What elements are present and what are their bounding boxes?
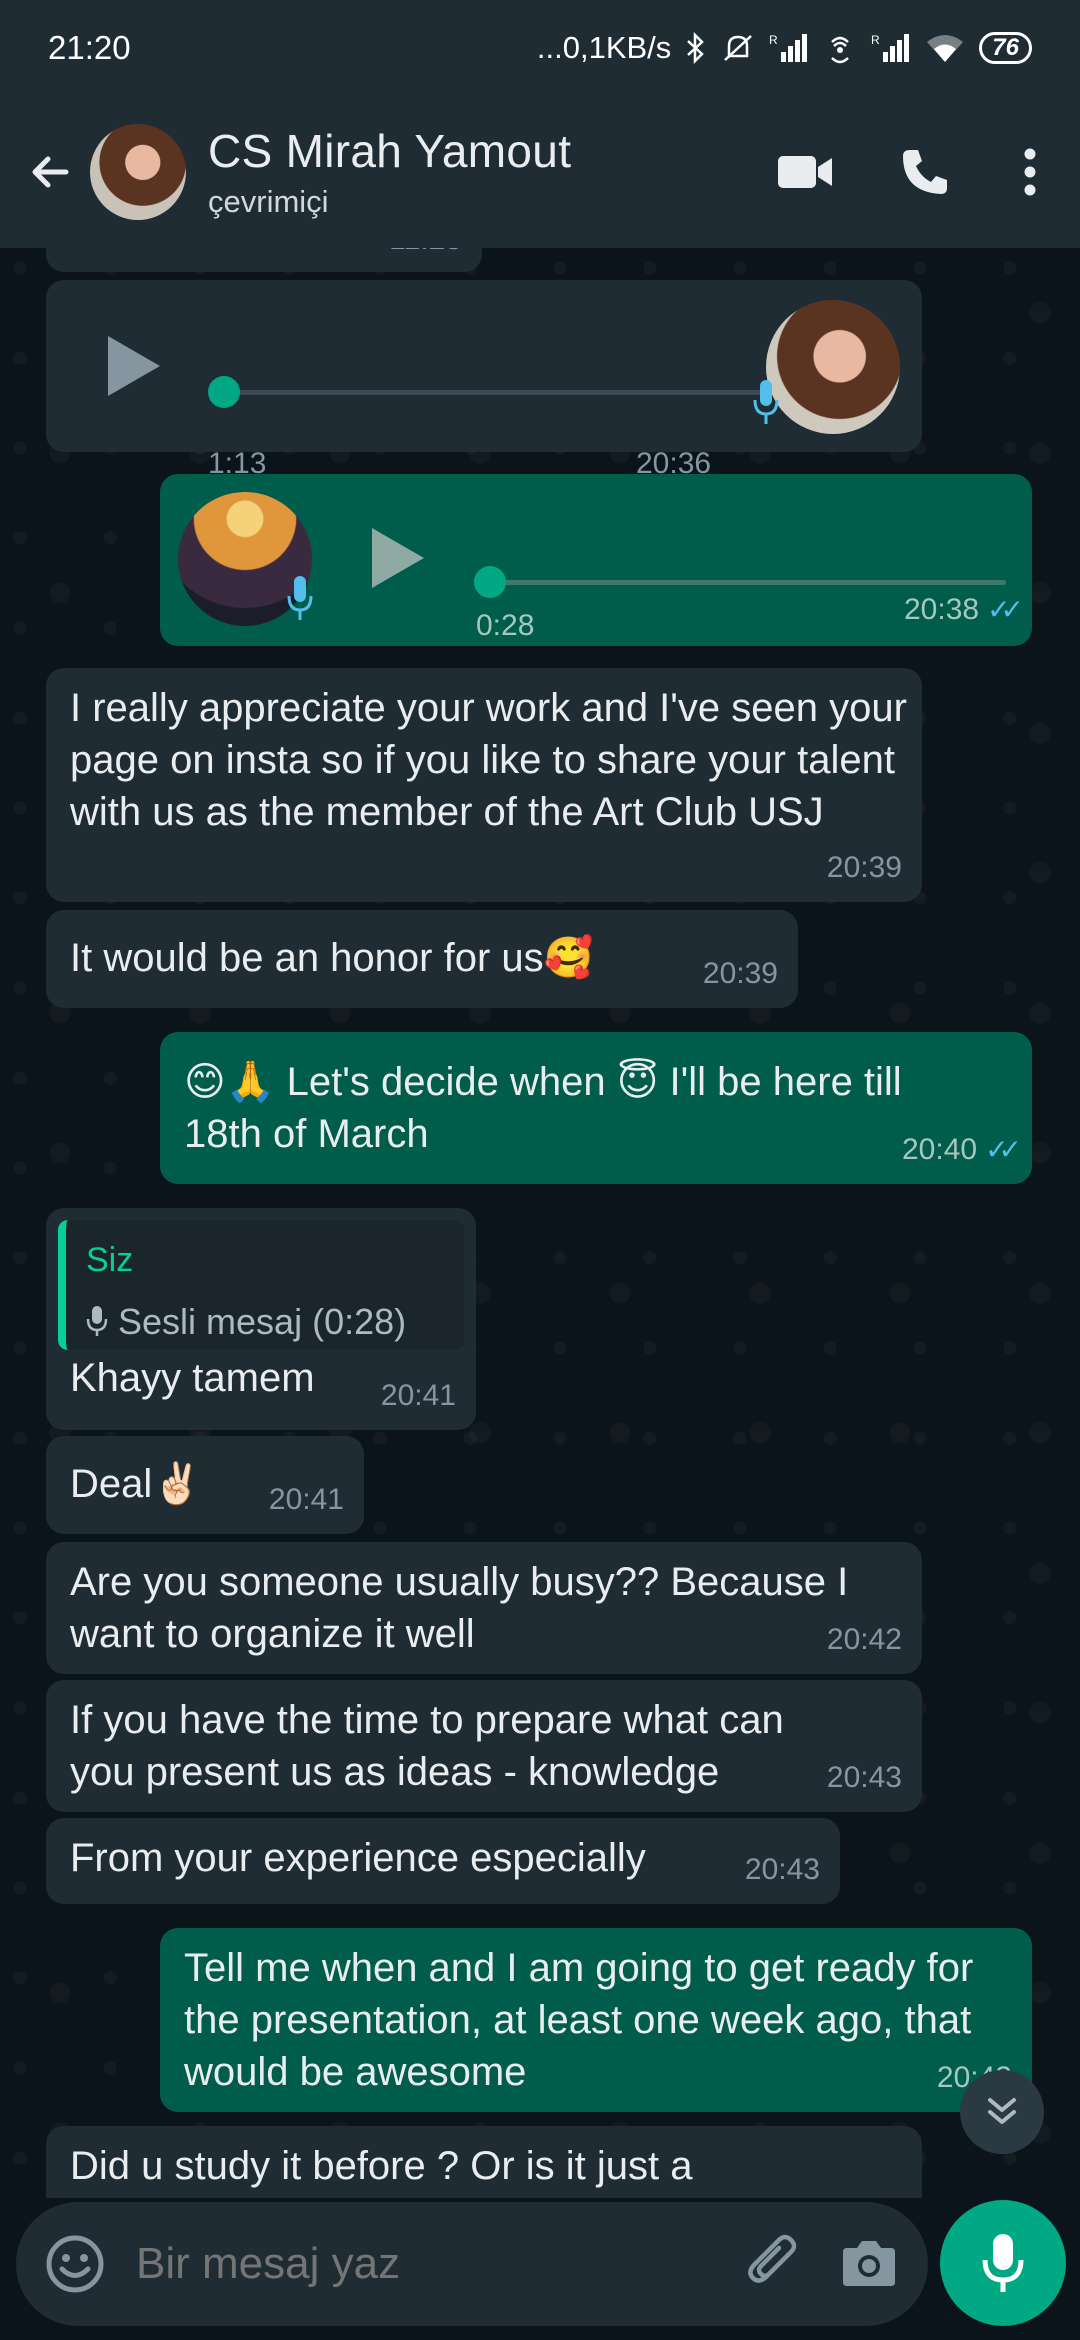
message-bubble[interactable]: It would be an honor for us🥰 20:39 [46, 910, 798, 1008]
video-call-icon [778, 156, 832, 188]
message-bubble[interactable]: From your experience especially 20:43 [46, 1818, 840, 1904]
camera-button[interactable] [834, 2229, 904, 2299]
video-call-button[interactable] [760, 127, 850, 217]
message-time: 20:42 [826, 1623, 902, 1656]
more-options-button[interactable] [1000, 127, 1060, 217]
voice-progress-track[interactable] [226, 390, 766, 395]
message-bubble[interactable]: Are you someone usually busy?? Because I… [46, 1542, 922, 1674]
back-arrow-icon [32, 156, 69, 188]
message-time: 20:41 [268, 1483, 344, 1516]
voice-progress-handle[interactable] [208, 376, 240, 408]
emoji-button[interactable] [40, 2229, 110, 2299]
battery-indicator: 76 [979, 32, 1032, 64]
camera-icon [843, 2241, 895, 2286]
signal-1-icon: R [769, 32, 809, 64]
message-input[interactable] [136, 2239, 716, 2289]
message-bubble[interactable]: 😊🙏 Let's decide when 😇 I'll be here till… [160, 1032, 1032, 1184]
message-time: 20:43 [744, 1853, 820, 1886]
chat-header: CS Mirah Yamout çevrimiçi [0, 96, 1080, 248]
status-bar: 21:20 ...0,1KB/s R R 76 [0, 0, 1080, 96]
message-partial-top[interactable]: 11:23 [46, 248, 482, 272]
voice-duration: 0:28 [476, 609, 535, 642]
scroll-to-bottom-button[interactable] [960, 2070, 1044, 2154]
message-time: 20:40 [902, 1133, 978, 1166]
attach-button[interactable] [740, 2229, 810, 2299]
message-bubble[interactable]: Deal✌🏻 20:41 [46, 1436, 364, 1534]
voice-message-outgoing[interactable]: 0:28 20:38 ✓✓ [160, 474, 1032, 646]
read-receipt-icon: ✓✓ [985, 1134, 1022, 1165]
svg-text:R: R [871, 33, 880, 47]
play-icon[interactable] [108, 336, 160, 396]
message-text: Khayy tamem [70, 1356, 315, 1400]
attach-icon [748, 2234, 797, 2283]
svg-text:R: R [769, 33, 778, 47]
voice-message-incoming[interactable]: 1:13 20:36 [46, 280, 922, 480]
network-speed: ...0,1KB/s [536, 30, 672, 65]
message-time: 11:23 [389, 248, 462, 266]
mute-icon [721, 32, 755, 64]
message-bubble[interactable]: If you have the time to prepare what can… [46, 1680, 922, 1812]
message-time: 20:41 [380, 1379, 456, 1412]
message-text: It would be an honor for us🥰 [70, 936, 594, 980]
message-time: 20:39 [702, 957, 778, 990]
message-text: Are you someone usually busy?? Because I… [70, 1560, 849, 1656]
mic-icon [86, 1306, 108, 1336]
contact-avatar[interactable] [90, 124, 186, 220]
message-text: If you have the time to prepare what can… [70, 1698, 784, 1794]
bluetooth-icon [685, 32, 707, 64]
hotspot-icon [823, 32, 857, 64]
quote-preview: Sesli mesaj (0:28) [86, 1296, 444, 1348]
reply-message-bubble[interactable]: Siz Sesli mesaj (0:28) Khayy tamem 20:41 [46, 1208, 476, 1430]
message-meta: 20:38 ✓✓ [904, 584, 1024, 636]
contact-name: CS Mirah Yamout [208, 125, 572, 177]
play-icon[interactable] [372, 528, 424, 588]
quote-text: Sesli mesaj (0:28) [118, 1301, 407, 1342]
chat-area[interactable]: 11:23 1:13 20:36 0:28 20:38 ✓✓ I really … [0, 248, 1080, 2198]
signal-2-icon: R [871, 32, 911, 64]
voice-progress-handle[interactable] [474, 566, 506, 598]
contact-status: çevrimiçi [208, 184, 329, 219]
message-text: From your experience especially [70, 1836, 646, 1880]
message-input-box[interactable] [16, 2202, 928, 2326]
voice-record-button[interactable] [940, 2200, 1066, 2326]
quoted-message[interactable]: Siz Sesli mesaj (0:28) [58, 1220, 464, 1350]
read-receipt-icon: ✓✓ [987, 594, 1024, 625]
voice-call-button[interactable] [880, 127, 970, 217]
contact-info[interactable]: CS Mirah Yamout çevrimiçi [208, 124, 730, 220]
more-vert-icon [1024, 148, 1036, 196]
message-time: 20:38 [904, 593, 980, 626]
mic-icon [982, 2234, 1024, 2292]
phone-icon [903, 150, 947, 194]
message-meta: 20:40 ✓✓ [902, 1124, 1022, 1176]
quote-author: Siz [86, 1241, 134, 1279]
message-text: Did u study it before ? Or is it just a [70, 2144, 693, 2188]
wifi-icon [925, 32, 965, 64]
mic-icon [752, 378, 780, 442]
message-bubble[interactable]: I really appreciate your work and I've s… [46, 668, 922, 902]
chevron-down-icon [988, 2098, 1016, 2124]
back-button[interactable] [20, 142, 80, 202]
message-bubble[interactable]: Tell me when and I am going to get ready… [160, 1928, 1032, 2112]
message-time: 20:39 [826, 851, 902, 884]
status-time: 21:20 [48, 29, 131, 66]
message-time: 20:43 [826, 1761, 902, 1794]
composer-bar [0, 2198, 1080, 2340]
mic-icon [286, 574, 314, 638]
status-icons: ...0,1KB/s R R 76 [537, 30, 1032, 66]
sender-avatar [766, 300, 900, 434]
message-text: Tell me when and I am going to get ready… [184, 1946, 974, 2094]
message-text: I really appreciate your work and I've s… [70, 686, 907, 834]
message-bubble[interactable]: Did u study it before ? Or is it just a [46, 2126, 922, 2198]
emoji-icon [46, 2235, 104, 2293]
message-text: 😊🙏 Let's decide when 😇 I'll be here till… [184, 1060, 902, 1156]
